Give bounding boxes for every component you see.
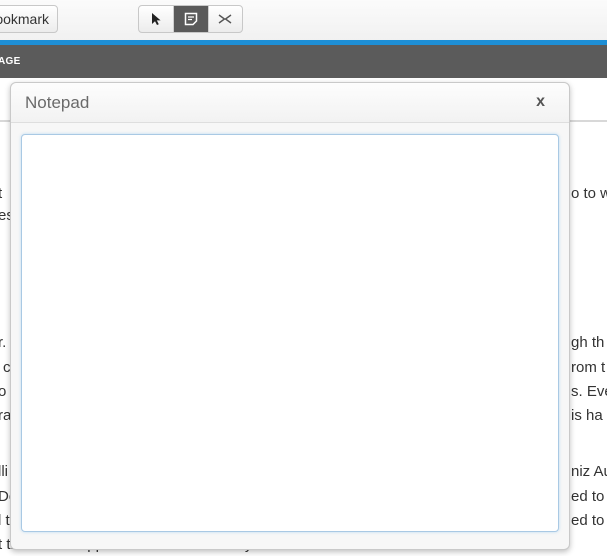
article-text-fragment: gh th: [571, 334, 605, 351]
close-button[interactable]: x: [536, 93, 545, 111]
article-text-fragment: rom t: [571, 359, 606, 376]
annotation-tool-group: [138, 5, 243, 33]
article-text-fragment: t: [0, 185, 3, 202]
nav-label[interactable]: AGE: [0, 45, 21, 78]
article-text-fragment: s. Eve: [571, 383, 607, 400]
article-text-fragment: niz Au: [571, 463, 607, 480]
top-toolbar: ookmark: [0, 0, 607, 40]
notepad-title: Notepad: [25, 93, 90, 112]
notepad-textarea[interactable]: [21, 134, 559, 532]
highlight-tool-button[interactable]: [207, 6, 242, 32]
article-text-fragment: is ha: [571, 407, 603, 424]
note-tool-button[interactable]: [173, 6, 208, 32]
pointer-tool-button[interactable]: [139, 6, 173, 32]
article-text-fragment: o to w: [571, 185, 607, 202]
bookmark-button[interactable]: ookmark: [0, 5, 58, 33]
highlight-icon: [218, 14, 232, 24]
article-text-fragment: lli: [0, 463, 8, 480]
article-text-fragment: r.: [0, 334, 7, 351]
notepad-dialog: Notepad x: [10, 82, 570, 550]
notepad-header[interactable]: Notepad x: [11, 83, 569, 123]
pointer-icon: [152, 13, 161, 25]
article-text-fragment: l t: [0, 512, 10, 529]
article-text-fragment: ed to a: [571, 488, 607, 505]
note-icon: [184, 12, 198, 26]
article-text-fragment: o: [0, 383, 7, 400]
article-text-fragment: ed to s: [571, 512, 607, 529]
page-nav-bar: AGE: [0, 45, 607, 78]
